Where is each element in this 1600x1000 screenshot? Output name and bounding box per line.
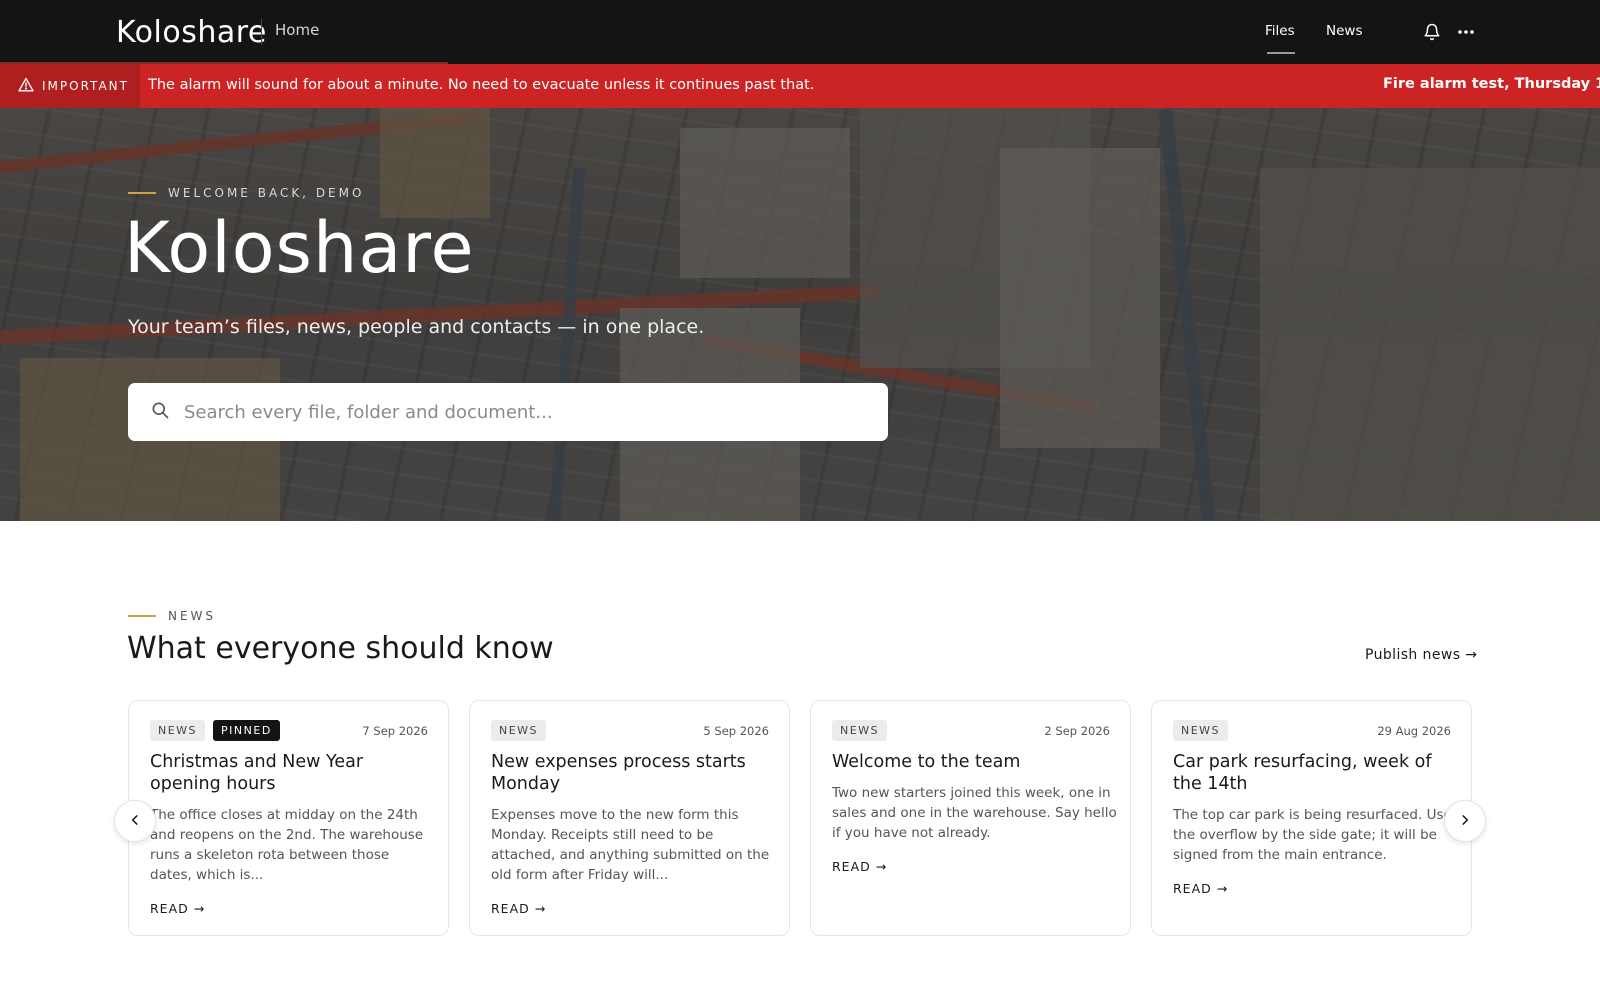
card-badges: NEWS [1173, 720, 1229, 741]
banner-title: Fire alarm test, Thursday 11am [1383, 76, 1600, 92]
eyebrow-rule [128, 192, 156, 194]
banner-tag-label: IMPORTANT [42, 79, 129, 93]
news-badge: NEWS [1173, 720, 1229, 741]
card-excerpt: Expenses move to the new form this Monda… [491, 807, 770, 883]
welcome-text: WELCOME BACK, DEMO [168, 186, 365, 200]
nav-divider [261, 19, 262, 45]
card-date: 7 Sep 2026 [362, 724, 428, 738]
card-title[interactable]: Christmas and New Year opening hours [150, 751, 430, 795]
hero-subtitle: Your team’s files, news, people and cont… [128, 316, 705, 338]
card-title[interactable]: Car park resurfacing, week of the 14th [1173, 751, 1453, 795]
news-card[interactable]: NEWS PINNED 7 Sep 2026 Christmas and New… [128, 700, 449, 936]
news-badge: NEWS [150, 720, 206, 741]
more-icon[interactable] [1454, 20, 1478, 44]
card-badges: NEWS [832, 720, 888, 741]
card-title[interactable]: Welcome to the team [832, 751, 1112, 773]
news-eyebrow-text: NEWS [168, 609, 217, 623]
read-link[interactable]: READ → [832, 859, 887, 874]
hero-logo: Koloshare [124, 207, 475, 289]
breadcrumb-home[interactable]: Home [275, 21, 319, 39]
card-date: 29 Aug 2026 [1377, 724, 1451, 738]
news-badge: NEWS [832, 720, 888, 741]
section-title: What everyone should know [127, 631, 554, 666]
bell-icon[interactable] [1420, 20, 1444, 44]
search-input[interactable] [184, 401, 844, 423]
brand-wordmark: Koloshare [116, 14, 267, 50]
nav-link-files[interactable]: Files [1265, 23, 1295, 39]
publish-news-link[interactable]: Publish news → [1365, 647, 1477, 663]
warning-icon [18, 77, 34, 96]
hero-overlay [0, 108, 1600, 521]
card-badges: NEWS PINNED [150, 720, 280, 741]
top-nav: Koloshare Home Files News [0, 0, 1600, 64]
news-card[interactable]: NEWS 2 Sep 2026 Welcome to the team Two … [810, 700, 1131, 936]
card-badges: NEWS [491, 720, 547, 741]
important-banner[interactable]: IMPORTANT The alarm will sound for about… [0, 64, 1600, 108]
carousel-next-button[interactable] [1444, 800, 1486, 842]
news-card[interactable]: NEWS 5 Sep 2026 New expenses process sta… [469, 700, 790, 936]
chevron-right-icon [1458, 812, 1472, 831]
banner-message: The alarm will sound for about a minute.… [148, 77, 815, 93]
news-eyebrow: NEWS [128, 609, 216, 623]
banner-tag: IMPORTANT [0, 64, 140, 108]
eyebrow-rule [128, 615, 156, 617]
card-title[interactable]: New expenses process starts Monday [491, 751, 771, 795]
nav-active-indicator [1267, 52, 1295, 54]
card-excerpt: Two new starters joined this week, one i… [832, 785, 1117, 841]
pinned-badge: PINNED [213, 720, 280, 741]
welcome-eyebrow: WELCOME BACK, DEMO [128, 186, 364, 200]
read-link[interactable]: READ → [491, 901, 546, 916]
card-date: 5 Sep 2026 [703, 724, 769, 738]
read-link[interactable]: READ → [1173, 881, 1228, 896]
card-excerpt: The office closes at midday on the 24th … [150, 807, 424, 883]
read-link[interactable]: READ → [150, 901, 205, 916]
card-excerpt: The top car park is being resurfaced. Us… [1173, 807, 1452, 863]
news-card[interactable]: NEWS 29 Aug 2026 Car park resurfacing, w… [1151, 700, 1472, 936]
search-bar[interactable] [128, 383, 888, 441]
news-badge: NEWS [491, 720, 547, 741]
hero-image [0, 108, 1600, 521]
chevron-left-icon [128, 812, 142, 831]
search-icon [150, 400, 170, 424]
brand-logo[interactable]: Koloshare [116, 12, 267, 52]
carousel-prev-button[interactable] [114, 800, 156, 842]
nav-link-news[interactable]: News [1326, 23, 1362, 39]
card-date: 2 Sep 2026 [1044, 724, 1110, 738]
